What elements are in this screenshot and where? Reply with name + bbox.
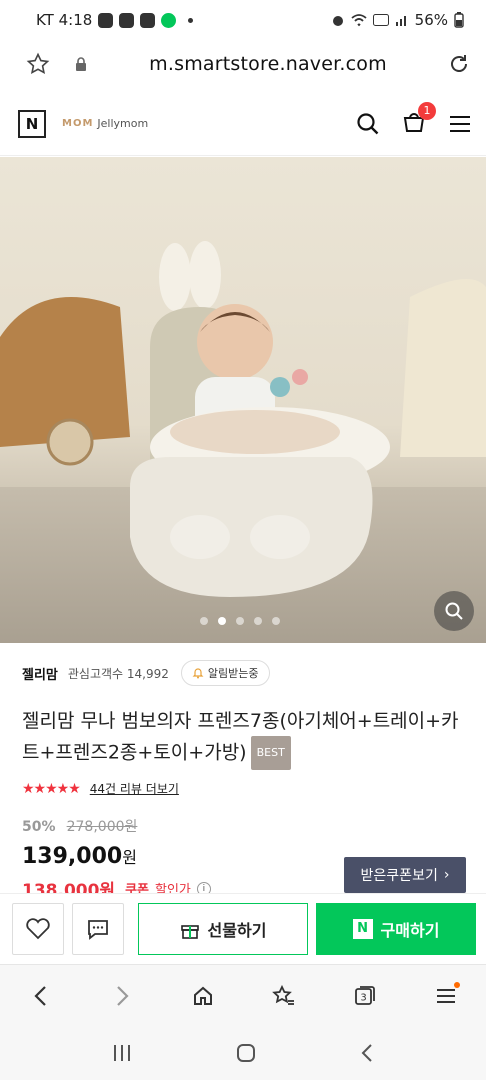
product-image-carousel[interactable] (0, 157, 486, 643)
carousel-indicator (200, 617, 280, 625)
hd-icon (372, 14, 389, 26)
browser-toolbar: 3 (0, 964, 486, 1026)
back-button[interactable] (21, 976, 61, 1016)
chevron-right-icon: › (443, 867, 450, 883)
site-header: N MOM Jellymom 1 (0, 92, 486, 156)
alarm-label: 알림받는중 (207, 667, 259, 680)
back-nav-icon[interactable] (360, 1043, 374, 1063)
coupon-button[interactable]: 받은쿠폰보기 › (344, 857, 466, 893)
brand-mark: MOM (62, 118, 94, 129)
star-rating: ★★★★★ (22, 780, 81, 797)
product-title: 젤리맘 무나 범보의자 프렌즈7종(아기체어+트레이+카트+프렌즈2종+토이+가… (22, 706, 466, 770)
chat-icon (88, 919, 108, 940)
tabs-button[interactable]: 3 (345, 976, 385, 1016)
buy-button[interactable]: N 구매하기 (316, 902, 476, 955)
magnifier-icon (445, 602, 463, 620)
chevron-left-icon (33, 985, 46, 1006)
current-price-unit: 원 (122, 848, 137, 867)
more-notifications-icon (188, 17, 194, 23)
url-text[interactable]: m.smartstore.naver.com (88, 53, 448, 75)
notification-icon (140, 12, 156, 28)
naverpay-icon: N (352, 918, 373, 939)
carousel-dot[interactable] (254, 617, 262, 625)
notification-dot (453, 981, 460, 988)
gift-icon (180, 924, 199, 939)
follower-count: 관심고객수 14,992 (67, 666, 169, 681)
product-photo (0, 241, 486, 597)
buy-label: 구매하기 (380, 920, 440, 940)
brand-logo[interactable]: MOM Jellymom (62, 117, 148, 130)
original-price: 278,000원 (66, 819, 138, 835)
menu-icon (436, 988, 455, 1003)
hamburger-menu-icon[interactable] (448, 114, 472, 134)
naver-logo[interactable]: N (18, 109, 46, 138)
status-time: KT 4:18 (36, 11, 93, 29)
zoom-button[interactable] (434, 591, 474, 631)
lock-icon (76, 57, 86, 71)
cart-count-badge: 1 (418, 101, 436, 120)
current-price-value: 139,000 (22, 844, 123, 869)
brand-name: Jellymom (97, 117, 149, 130)
store-name[interactable]: 젤리맘 (22, 664, 58, 683)
system-navigation (0, 1026, 486, 1080)
recent-apps-icon[interactable] (112, 1044, 132, 1062)
wishlist-button[interactable] (12, 902, 64, 955)
home-nav-icon[interactable] (236, 1043, 256, 1063)
best-badge: BEST (250, 736, 291, 770)
star-bookmark-icon[interactable] (26, 52, 50, 76)
status-bar: KT 4:18 56% (0, 0, 486, 40)
product-title-text: 젤리맘 무나 범보의자 프렌즈7종(아기체어+트레이+카트+프렌즈2종+토이+가… (22, 710, 459, 764)
bell-icon (192, 668, 204, 679)
carousel-dot[interactable] (218, 617, 226, 625)
notification-icon (161, 12, 177, 28)
gift-label: 선물하기 (207, 920, 267, 940)
home-icon (193, 986, 212, 1005)
discount-rate: 50% (22, 819, 56, 835)
reviews-link[interactable]: 44건 리뷰 더보기 (90, 780, 179, 797)
notification-icon (119, 12, 135, 28)
tabs-icon: 3 (354, 985, 375, 1005)
notification-icon (98, 12, 114, 28)
home-button[interactable] (183, 976, 223, 1016)
carousel-dot[interactable] (236, 617, 244, 625)
battery-icon (454, 12, 464, 28)
heart-icon (26, 917, 50, 939)
gift-button[interactable]: 선물하기 (138, 902, 308, 955)
carousel-dot[interactable] (200, 617, 208, 625)
address-bar: m.smartstore.naver.com (0, 40, 486, 88)
alarm-button[interactable]: 알림받는중 (180, 660, 270, 686)
bookmarks-button[interactable] (264, 976, 304, 1016)
purchase-bar: 선물하기 N 구매하기 (0, 893, 486, 963)
chevron-right-icon (116, 985, 129, 1006)
tabs-count: 3 (360, 992, 366, 1003)
product-info: 젤리맘 관심고객수 14,992 알림받는중 젤리맘 무나 범보의자 프렌즈7종… (22, 660, 466, 797)
rating-row: ★★★★★ 44건 리뷰 더보기 (22, 780, 466, 797)
search-icon[interactable] (356, 112, 380, 136)
talk-button[interactable] (72, 902, 124, 955)
carousel-dot[interactable] (272, 617, 280, 625)
alarm-icon (332, 16, 343, 26)
wifi-icon (351, 14, 367, 27)
cart-button[interactable]: 1 (402, 101, 436, 138)
reload-icon[interactable] (448, 53, 470, 75)
star-list-icon (271, 984, 294, 1005)
store-row: 젤리맘 관심고객수 14,992 알림받는중 (22, 660, 466, 686)
coupon-button-label: 받은쿠폰보기 (360, 868, 438, 884)
forward-button[interactable] (102, 976, 142, 1016)
browser-menu-button[interactable] (426, 976, 466, 1016)
battery-percent: 56% (414, 11, 448, 29)
signal-icon (395, 16, 406, 26)
